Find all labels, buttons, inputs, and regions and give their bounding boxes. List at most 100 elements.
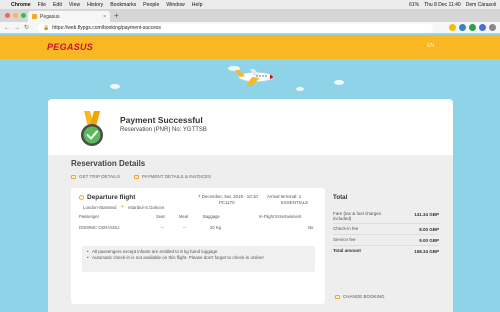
cloud-decoration bbox=[334, 80, 344, 85]
change-booking-link[interactable]: CHANGE BOOKING bbox=[335, 294, 385, 299]
payment-success-title: Payment Successful bbox=[120, 115, 203, 125]
total-panel: Total Fare (tax & fuel charges included)… bbox=[333, 194, 439, 257]
passenger-seat: -- bbox=[161, 225, 164, 230]
flight-dot-icon bbox=[79, 195, 84, 200]
flight-route: London-Stansted ✈ Istanbul-S.Gokcen bbox=[83, 204, 164, 210]
reservation-details: Reservation Details GET TRIP DETAILS PAY… bbox=[48, 155, 453, 312]
departure-label: Departure flight bbox=[87, 194, 136, 201]
extension-icon[interactable] bbox=[469, 24, 476, 31]
close-tab-icon[interactable]: × bbox=[103, 14, 106, 20]
url-text: https://web.flypgs.com/booking/payment-s… bbox=[52, 25, 161, 31]
minimize-window-button[interactable] bbox=[13, 12, 18, 18]
site-header: PEGASUS EN bbox=[0, 35, 500, 59]
browser-tab[interactable]: Pegasus × bbox=[28, 11, 110, 22]
checkin-fee-value: 8.00 GBP bbox=[419, 227, 439, 232]
menu-file[interactable]: File bbox=[38, 2, 46, 8]
total-row-fare: Fare (tax & fuel charges included) 141.3… bbox=[333, 209, 439, 224]
passenger-meal: -- bbox=[183, 225, 186, 230]
reservation-links: GET TRIP DETAILS PAYMENT DETAILS & INVOI… bbox=[71, 174, 211, 179]
flight-datetime: 7 December, Sat, 2019 - 10:10 bbox=[198, 194, 258, 199]
menu-people[interactable]: People bbox=[143, 2, 159, 8]
table-row: DOMINIC CERASOLI -- -- 20 Kg No bbox=[79, 224, 317, 232]
checkin-fee-label: Check-in fee bbox=[333, 226, 359, 231]
profile-avatar-icon[interactable] bbox=[479, 24, 486, 31]
passenger-baggage: 20 Kg bbox=[210, 225, 221, 230]
reservation-details-title: Reservation Details bbox=[71, 159, 146, 168]
user-name[interactable]: Dem Cárasoli bbox=[466, 2, 496, 8]
invoice-icon bbox=[134, 174, 140, 179]
edit-icon bbox=[335, 294, 340, 299]
flight-notes: All passengers except infants are entitl… bbox=[82, 246, 315, 272]
total-row-service: Service fee 9.00 GBP bbox=[333, 235, 439, 246]
payment-invoices-link[interactable]: PAYMENT DETAILS & INVOICES bbox=[134, 174, 211, 179]
tab-title: Pegasus bbox=[40, 13, 60, 20]
passenger-name: DOMINIC CERASOLI bbox=[79, 225, 120, 230]
departure-heading: Departure flight bbox=[79, 194, 135, 201]
plane-icon bbox=[235, 69, 274, 86]
menu-view[interactable]: View bbox=[69, 2, 80, 8]
route-arrow-icon: ✈ bbox=[120, 204, 125, 209]
booking-card: Payment Successful Reservation (PNR) No:… bbox=[48, 99, 453, 312]
extension-icons bbox=[449, 24, 496, 31]
clock[interactable]: Thu 8 Dec 11:40 bbox=[424, 2, 461, 8]
total-row-checkin: Check-in fee 8.00 GBP bbox=[333, 224, 439, 235]
menu-window[interactable]: Window bbox=[166, 2, 184, 8]
battery-status[interactable]: 61% bbox=[409, 2, 419, 8]
passenger-table: Passenger Seat Meal Baggage In-Flight En… bbox=[79, 213, 317, 232]
window-controls bbox=[5, 12, 26, 18]
total-row-amount: Total amount 158.34 GBP bbox=[333, 246, 439, 257]
change-booking-label: CHANGE BOOKING bbox=[343, 294, 385, 299]
cloud-decoration bbox=[296, 87, 304, 91]
passenger-ife: No bbox=[308, 225, 314, 230]
pegasus-favicon-icon bbox=[32, 14, 37, 19]
payment-invoices-label: PAYMENT DETAILS & INVOICES bbox=[142, 174, 212, 179]
col-ife: In-Flight Entertainment bbox=[259, 214, 302, 219]
col-passenger: Passenger bbox=[79, 214, 100, 219]
note-item: Automatic check-in is not available on t… bbox=[87, 255, 310, 261]
service-fee-label: Service fee bbox=[333, 237, 356, 242]
col-baggage: Baggage bbox=[203, 214, 220, 219]
extension-icon[interactable] bbox=[449, 24, 456, 31]
menu-kebab-icon[interactable] bbox=[489, 24, 496, 31]
lock-icon: 🔒 bbox=[43, 25, 50, 31]
get-trip-details-link[interactable]: GET TRIP DETAILS bbox=[71, 174, 120, 179]
fare-value: 141.34 GBP bbox=[414, 212, 439, 217]
arrival-terminal: Arrival terminal: 1 bbox=[267, 194, 302, 199]
medal-check-icon bbox=[81, 111, 103, 146]
address-bar[interactable]: 🔒 https://web.flypgs.com/booking/payment… bbox=[38, 23, 433, 33]
extension-icon[interactable] bbox=[459, 24, 466, 31]
new-tab-button[interactable]: + bbox=[114, 11, 119, 20]
cloud-decoration bbox=[110, 84, 120, 89]
document-icon bbox=[71, 174, 76, 179]
service-fee-value: 9.00 GBP bbox=[419, 238, 439, 243]
language-selector[interactable]: EN bbox=[427, 43, 434, 49]
flight-card: Departure flight London-Stansted ✈ Istan… bbox=[71, 188, 325, 304]
flight-number: PC1170 bbox=[219, 200, 235, 205]
passenger-table-header: Passenger Seat Meal Baggage In-Flight En… bbox=[79, 213, 317, 221]
back-icon[interactable]: ← bbox=[4, 25, 10, 31]
browser-tabstrip: Pegasus × + bbox=[0, 9, 500, 22]
get-trip-details-label: GET TRIP DETAILS bbox=[79, 174, 121, 179]
col-seat: Seat bbox=[156, 214, 165, 219]
origin: London-Stansted bbox=[83, 204, 117, 210]
zoom-window-button[interactable] bbox=[21, 12, 26, 18]
package-name: ESSENTIALS bbox=[281, 200, 309, 205]
menu-bookmarks[interactable]: Bookmarks bbox=[110, 2, 136, 8]
mac-menubar: Chrome File Edit View History Bookmarks … bbox=[0, 0, 500, 9]
menubar-status: 61% Thu 8 Dec 11:40 Dem Cárasoli bbox=[409, 2, 496, 8]
menu-history[interactable]: History bbox=[87, 2, 103, 8]
fare-label: Fare (tax & fuel charges included) bbox=[333, 211, 382, 221]
total-title: Total bbox=[333, 194, 348, 201]
forward-icon[interactable]: → bbox=[14, 25, 20, 31]
total-amount-value: 158.34 GBP bbox=[414, 249, 439, 254]
menu-help[interactable]: Help bbox=[192, 2, 203, 8]
col-meal: Meal bbox=[179, 214, 189, 219]
total-amount-label: Total amount bbox=[333, 248, 361, 253]
menu-edit[interactable]: Edit bbox=[53, 2, 62, 8]
pegasus-logo[interactable]: PEGASUS bbox=[47, 42, 93, 52]
reload-icon[interactable]: ↻ bbox=[24, 24, 29, 31]
close-window-button[interactable] bbox=[5, 12, 10, 18]
menubar-app-name[interactable]: Chrome bbox=[11, 2, 31, 8]
pnr-number: Reservation (PNR) No: YGTTSB bbox=[120, 127, 207, 133]
destination: Istanbul-S.Gokcen bbox=[128, 204, 165, 210]
